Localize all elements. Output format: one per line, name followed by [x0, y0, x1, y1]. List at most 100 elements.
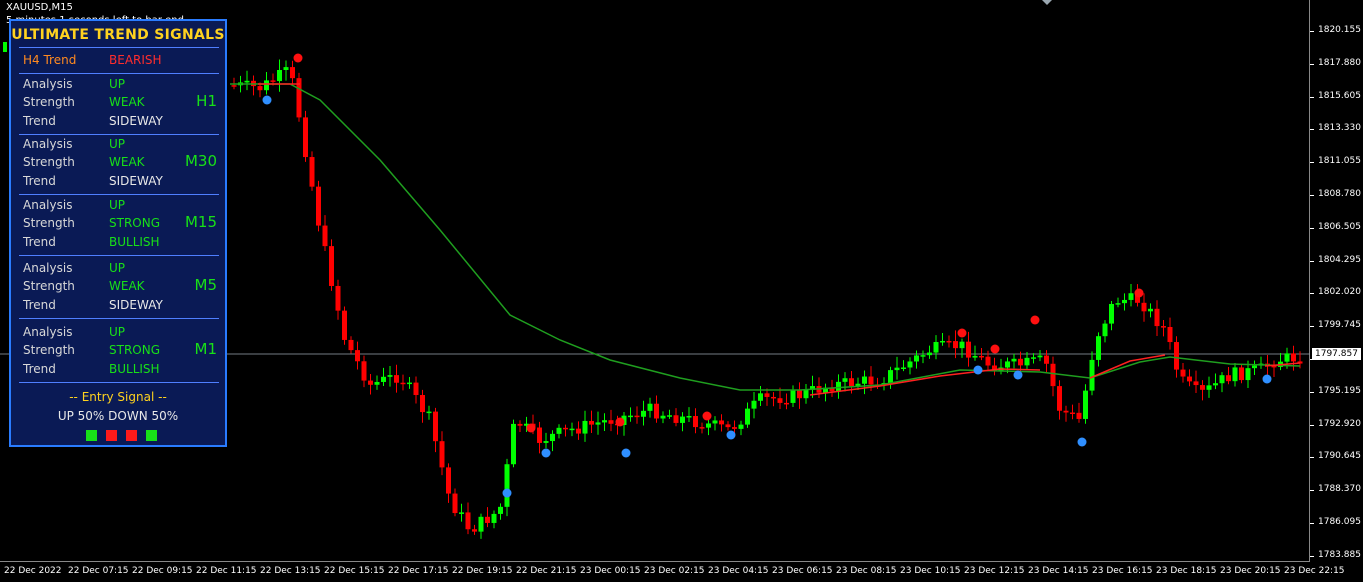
signal-square-4: [146, 430, 157, 441]
divider: [19, 382, 219, 383]
chart-shift-marker: [1042, 0, 1052, 5]
candle-body: [1154, 308, 1160, 327]
time-tick: 22 Dec 17:15: [388, 566, 449, 576]
candle-body: [946, 340, 952, 343]
candle-body: [842, 378, 848, 382]
candle-body: [452, 493, 458, 514]
candle-body: [257, 86, 263, 91]
buy-signal-dot: [502, 488, 512, 498]
time-tick: 22 Dec 2022: [4, 566, 62, 576]
candle-body: [959, 341, 965, 349]
candle-body: [1109, 303, 1114, 324]
candle-body: [608, 420, 614, 424]
candle-body: [933, 342, 939, 353]
block-m15-analysis-label: Analysis: [23, 198, 73, 212]
candle-body: [790, 390, 796, 403]
candle-body: [764, 393, 770, 397]
block-m5-analysis-label: Analysis: [23, 261, 73, 275]
candle-body: [868, 376, 874, 385]
block-m5-analysis-value: UP: [109, 261, 126, 275]
slow-moving-average: [230, 83, 1301, 391]
signal-square-1: [86, 430, 97, 441]
time-tick: 22 Dec 15:15: [324, 566, 385, 576]
candle-body: [335, 285, 341, 311]
time-axis: 22 Dec 2022 22 Dec 07:15 22 Dec 09:15 22 De…: [0, 562, 1345, 582]
candle-body: [465, 512, 471, 530]
candle-body: [1161, 326, 1166, 328]
candle-body: [426, 411, 432, 414]
time-tick: 23 Dec 02:15: [644, 566, 705, 576]
candle-body: [556, 427, 562, 434]
candle-body: [1213, 383, 1218, 386]
candle-body: [1018, 358, 1023, 366]
timeframe-label-m15: M15: [184, 213, 217, 231]
timeframe-label-m5: M5: [194, 276, 218, 294]
candle-body: [1291, 353, 1296, 362]
candle-body: [413, 382, 419, 396]
block-m30-trend-label: Trend: [23, 174, 56, 188]
candle-body: [1167, 326, 1173, 343]
candle-body: [277, 70, 282, 82]
candle-body: [569, 428, 575, 431]
block-m5-trend-value: SIDEWAY: [109, 298, 163, 312]
candle-body: [1050, 363, 1056, 387]
candle-body: [550, 433, 555, 442]
candle-body: [927, 352, 932, 356]
candle-body: [439, 441, 445, 468]
time-tick: 22 Dec 13:15: [260, 566, 321, 576]
price-tick: 1799.745: [1310, 320, 1361, 331]
candle-body: [1024, 357, 1030, 366]
candle-body: [1089, 359, 1095, 391]
candle-body: [1031, 357, 1036, 359]
candle-body: [1096, 336, 1101, 360]
candle-body: [602, 420, 607, 423]
block-m30-trend-value: SIDEWAY: [109, 174, 163, 188]
block-m5-strength-value: WEAK: [109, 279, 145, 293]
price-tick: 1792.920: [1310, 418, 1361, 429]
candle-body: [1044, 355, 1049, 364]
candle-body: [387, 375, 393, 377]
candle-body: [745, 408, 750, 425]
candle-body: [1037, 355, 1043, 358]
block-m1-trend-label: Trend: [23, 362, 56, 376]
block-m15-analysis-value: UP: [109, 198, 126, 212]
buy-signal-dot: [1077, 437, 1087, 447]
candle-body: [1148, 308, 1153, 312]
candle-body: [784, 402, 789, 405]
candle-body: [342, 310, 347, 340]
timeframe-label-m1: M1: [194, 340, 218, 358]
price-tick: 1788.370: [1310, 484, 1361, 495]
candle-body: [1180, 369, 1186, 377]
candle-body: [751, 400, 757, 409]
candle-body: [667, 415, 672, 417]
time-tick: 23 Dec 00:15: [580, 566, 641, 576]
candle-body: [907, 361, 913, 368]
price-tick: 1790.645: [1310, 451, 1361, 462]
candle-body: [901, 367, 906, 369]
block-m15-strength-value: STRONG: [109, 216, 161, 230]
candle-body: [686, 416, 692, 418]
candle-body: [582, 420, 588, 434]
candle-body: [979, 355, 984, 358]
time-tick: 23 Dec 16:15: [1092, 566, 1153, 576]
candle-body: [693, 416, 698, 428]
candle-body: [628, 415, 633, 418]
divider: [19, 134, 219, 135]
time-tick: 23 Dec 14:15: [1028, 566, 1089, 576]
price-tick: 1804.295: [1310, 254, 1361, 265]
candle-body: [511, 423, 516, 465]
candle-body: [576, 428, 581, 434]
symbol-title: XAUUSD,M15: [6, 2, 73, 13]
candle-body: [355, 350, 360, 362]
candle-body: [491, 513, 497, 523]
block-h1-trend-value: SIDEWAY: [109, 114, 163, 128]
candle-body: [1063, 410, 1069, 413]
time-tick: 22 Dec 19:15: [452, 566, 513, 576]
price-tick: 1817.880: [1310, 57, 1361, 68]
candle-body: [673, 415, 679, 423]
candle-body: [498, 506, 503, 514]
candle-body: [290, 67, 295, 79]
time-tick: 22 Dec 07:15: [68, 566, 129, 576]
candle-body: [972, 355, 978, 358]
candle-body: [1200, 385, 1205, 390]
